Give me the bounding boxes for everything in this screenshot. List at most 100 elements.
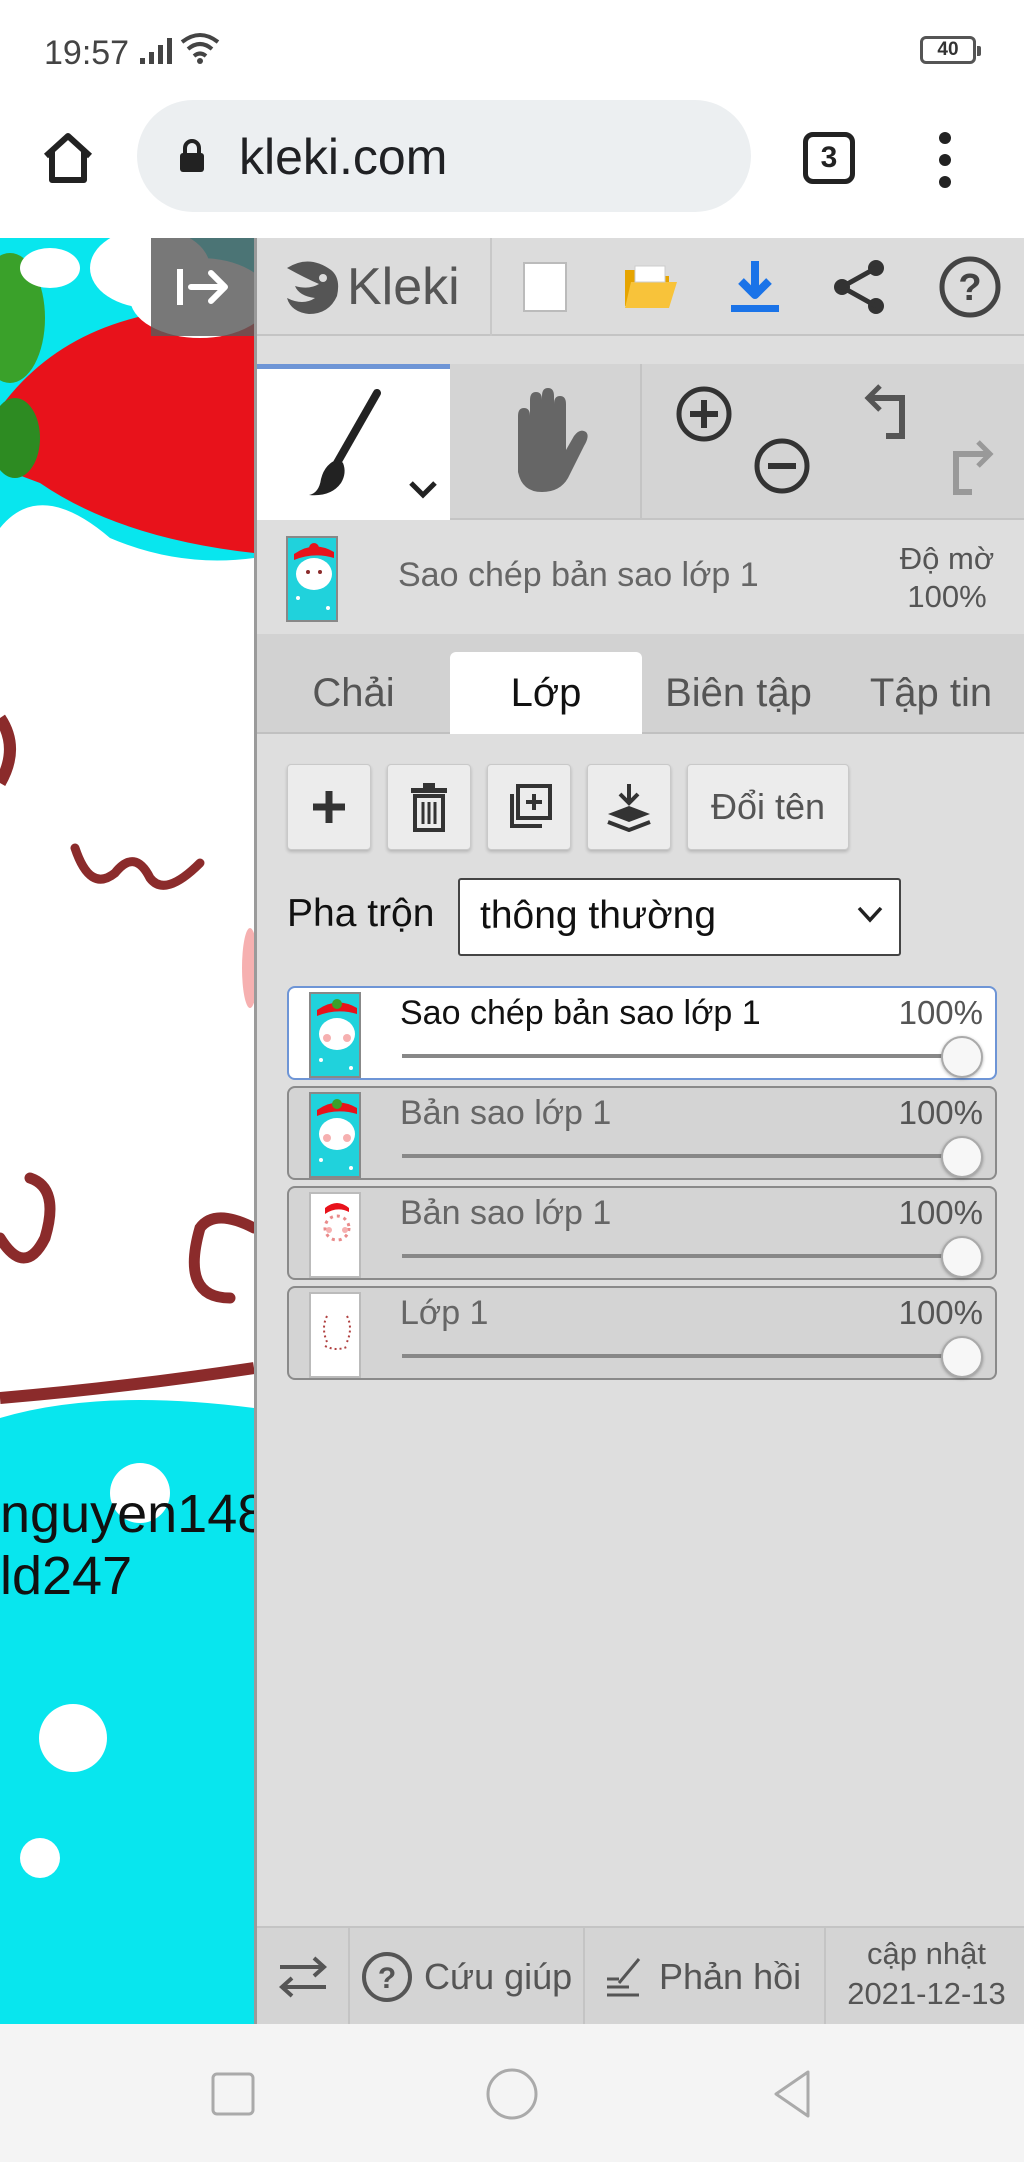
opacity-label: Độ mờ <box>899 541 995 576</box>
new-file-button[interactable] <box>492 238 597 336</box>
blend-mode-label: Pha trộn <box>287 892 435 935</box>
layer-opacity-value: 100% <box>898 994 983 1031</box>
thumbnail-art <box>317 999 357 1070</box>
status-time: 19:57 <box>44 34 130 72</box>
collapse-panel-button[interactable] <box>151 238 254 336</box>
help-link[interactable]: ? Cứu giúp <box>350 1928 585 2026</box>
layer-item[interactable]: Sao chép bản sao lớp 1 100% <box>287 986 997 1080</box>
merge-down-button[interactable] <box>587 764 671 850</box>
update-label: cập nhật <box>867 1936 986 1971</box>
undo-icon[interactable] <box>862 382 924 442</box>
thumbnail-art <box>317 1099 357 1170</box>
update-info[interactable]: cập nhật 2021-12-13 <box>826 1934 1024 2014</box>
layer-opacity-value: 100% <box>898 1194 983 1231</box>
delete-layer-button[interactable] <box>387 764 471 850</box>
kleki-top-bar: Kleki ? <box>257 238 1024 336</box>
lock-icon <box>180 139 204 172</box>
back-nav-icon[interactable] <box>762 2064 822 2124</box>
blend-mode-select[interactable]: thông thường <box>458 878 901 956</box>
feedback-link[interactable]: Phản hồi <box>585 1928 826 2026</box>
share-button[interactable] <box>807 238 912 336</box>
chevron-down-icon[interactable] <box>407 479 439 501</box>
home-nav-icon[interactable] <box>482 2064 542 2124</box>
plus-icon <box>313 791 345 823</box>
canvas-text-line2: ld247 <box>0 1546 133 1606</box>
tab-edit[interactable]: Biên tập <box>642 652 835 734</box>
layer-thumbnail <box>309 1092 361 1178</box>
layer-opacity-knob[interactable] <box>941 1036 983 1078</box>
kleki-bottom-bar: ? Cứu giúp Phản hồi cập nhật 2021-12-13 <box>257 1926 1024 2026</box>
help-icon: ? <box>362 1952 412 2002</box>
layer-opacity-slider[interactable] <box>402 1254 962 1258</box>
layer-opacity-knob[interactable] <box>941 1236 983 1278</box>
new-file-icon <box>522 262 567 312</box>
kleki-logo-text: Kleki <box>347 258 460 316</box>
collapse-arrow-icon <box>176 269 228 305</box>
layer-item[interactable]: Bản sao lớp 1 100% <box>287 1186 997 1280</box>
rename-layer-button[interactable]: Đổi tên <box>687 764 849 850</box>
tab-file[interactable]: Tập tin <box>835 652 1024 734</box>
layer-name: Lớp 1 <box>400 1294 489 1332</box>
layer-actions: Đổi tên <box>257 764 1024 854</box>
wifi-icon <box>180 33 220 64</box>
address-bar[interactable]: kleki.com <box>137 100 751 212</box>
download-icon <box>730 261 779 312</box>
layer-opacity-knob[interactable] <box>941 1336 983 1378</box>
redo-icon[interactable] <box>934 438 996 498</box>
share-icon <box>833 260 884 314</box>
layer-item[interactable]: Lớp 1 100% <box>287 1286 997 1380</box>
layer-opacity-slider[interactable] <box>402 1354 962 1358</box>
svg-text:?: ? <box>958 267 981 309</box>
thumbnail-art <box>323 1203 351 1242</box>
recent-apps-icon[interactable] <box>203 2064 263 2124</box>
duplicate-layer-button[interactable] <box>487 764 571 850</box>
thumbnail-art <box>294 543 334 610</box>
layer-name: Bản sao lớp 1 <box>400 1194 612 1232</box>
brush-tool[interactable] <box>257 364 450 520</box>
tab-brush[interactable]: Chải <box>257 652 450 734</box>
help-icon: ? <box>939 256 1000 318</box>
blend-mode-row: Pha trộn thông thường <box>287 878 1024 958</box>
layer-opacity-value: 100% <box>898 1294 983 1331</box>
layer-thumbnail <box>309 992 361 1078</box>
system-navigation-bar <box>0 2024 1024 2162</box>
brush-icon <box>309 389 381 496</box>
tab-layers[interactable]: Lớp <box>450 652 642 734</box>
save-button[interactable] <box>702 238 807 336</box>
duplicate-icon <box>510 784 552 828</box>
layer-opacity-slider[interactable] <box>402 1154 962 1158</box>
layer-item[interactable]: Bản sao lớp 1 100% <box>287 1086 997 1180</box>
kleki-logo-icon <box>287 261 339 314</box>
tab-switcher-button[interactable]: 3 <box>803 132 855 184</box>
zoom-in-icon[interactable] <box>674 384 734 444</box>
current-layer-thumbnail <box>286 536 338 622</box>
home-icon[interactable] <box>38 128 98 188</box>
signal-icon <box>140 38 172 64</box>
feedback-pen-icon <box>607 1958 641 1997</box>
kleki-logo[interactable]: Kleki <box>257 238 492 336</box>
swap-side-button[interactable] <box>257 1928 350 2026</box>
help-label: Cứu giúp <box>424 1956 573 1997</box>
hand-tool[interactable] <box>450 364 642 520</box>
update-date: 2021-12-13 <box>847 1976 1006 2011</box>
canvas-artwork <box>0 238 254 1878</box>
blend-mode-value: thông thường <box>480 894 717 937</box>
zoom-out-icon[interactable] <box>752 436 812 496</box>
chevron-down-icon <box>857 906 883 923</box>
browser-toolbar: kleki.com 3 <box>0 100 1024 238</box>
battery-icon: 40 <box>920 36 981 64</box>
drawing-canvas[interactable]: nguyen148 ld247 <box>0 238 254 2024</box>
more-menu-icon[interactable] <box>925 130 965 190</box>
layer-thumbnail <box>309 1192 361 1278</box>
open-file-button[interactable] <box>597 238 702 336</box>
layer-opacity-slider[interactable] <box>402 1054 962 1058</box>
swap-arrows-icon <box>278 1956 327 1998</box>
layer-opacity-knob[interactable] <box>941 1136 983 1178</box>
feedback-label: Phản hồi <box>659 1956 802 1997</box>
help-button[interactable]: ? <box>912 238 1024 336</box>
kleki-side-panel: Kleki ? Sao chép bản sao lớp 1 Độ mờ 100… <box>254 238 1024 2026</box>
status-bar: 19:57 40 <box>0 0 1024 100</box>
add-layer-button[interactable] <box>287 764 371 850</box>
svg-text:?: ? <box>378 1962 396 1995</box>
merge-down-icon <box>607 784 651 832</box>
